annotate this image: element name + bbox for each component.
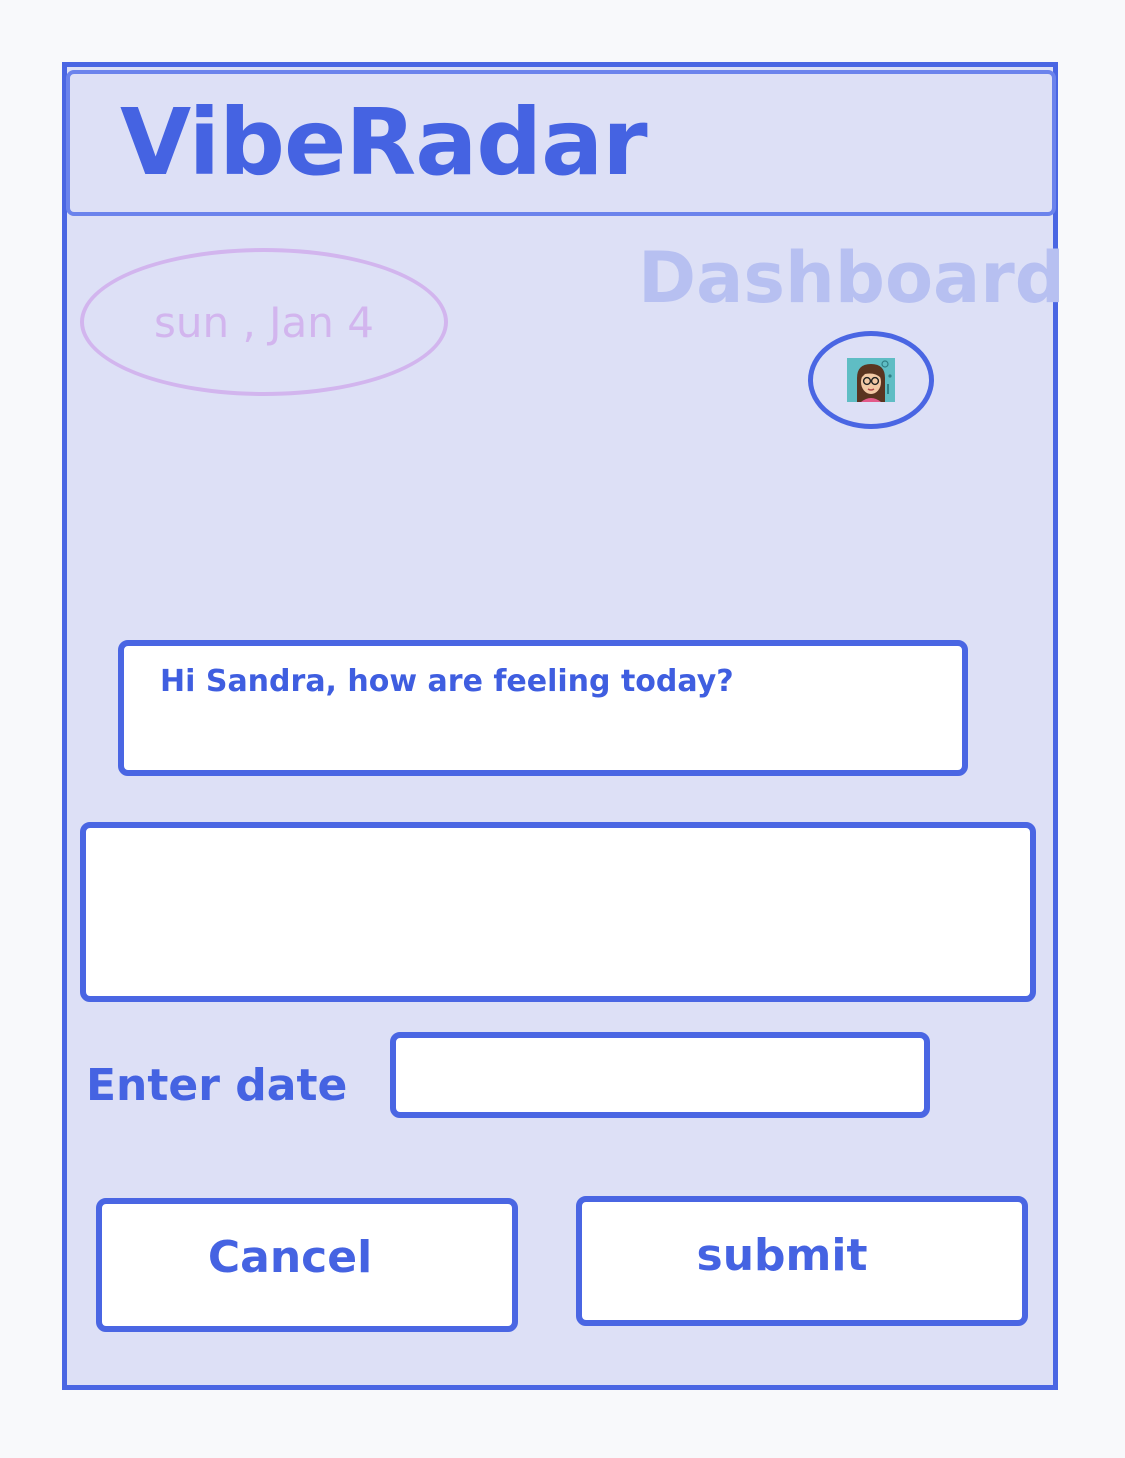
mood-response-input[interactable] xyxy=(80,822,1036,1002)
greeting-card: Hi Sandra, how are feeling today? xyxy=(118,640,968,776)
current-date: sun , Jan 4 xyxy=(154,297,374,347)
avatar[interactable] xyxy=(808,331,934,429)
cancel-button[interactable]: Cancel xyxy=(96,1198,518,1332)
app-title: VibeRadar xyxy=(120,89,648,196)
submit-button[interactable]: submit xyxy=(576,1196,1028,1326)
user-avatar-icon xyxy=(847,358,895,402)
date-field-label: Enter date xyxy=(86,1060,348,1111)
date-badge: sun , Jan 4 xyxy=(80,248,448,396)
date-input[interactable] xyxy=(390,1032,930,1118)
page-title: Dashboard xyxy=(638,237,1065,319)
greeting-message: Hi Sandra, how are feeling today? xyxy=(160,664,734,699)
